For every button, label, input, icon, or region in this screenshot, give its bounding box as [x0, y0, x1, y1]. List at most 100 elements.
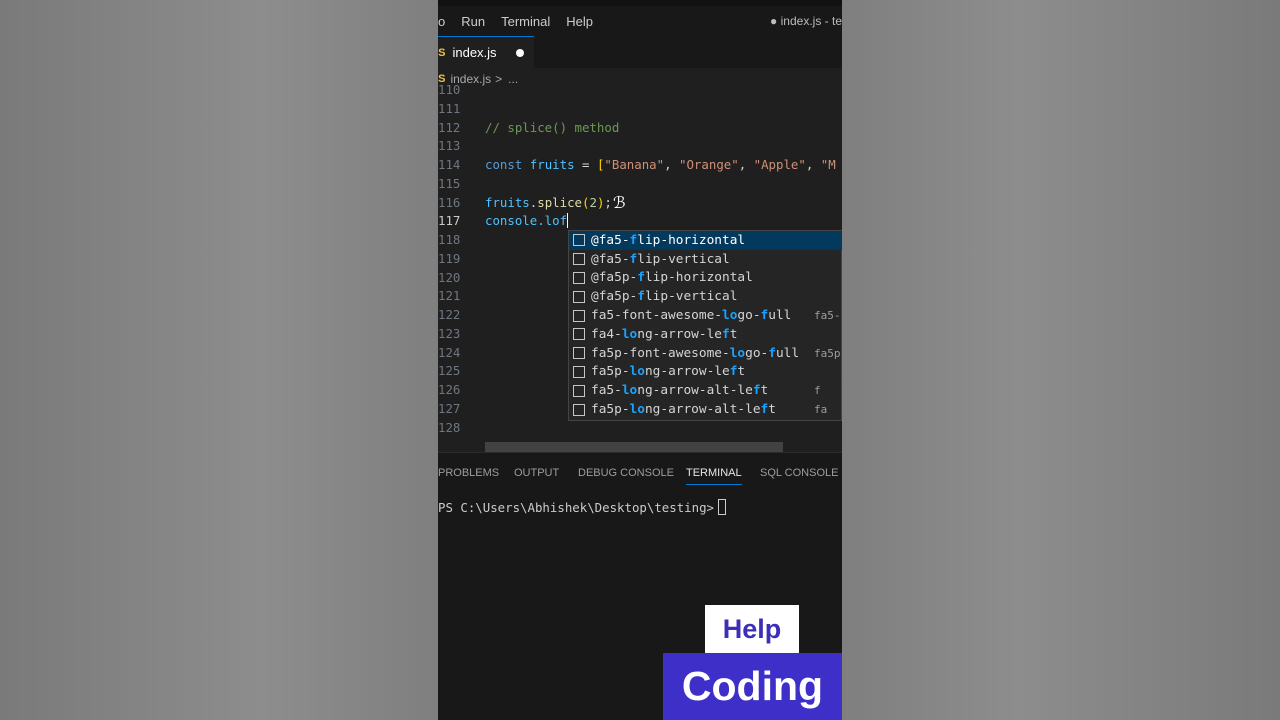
menu-bar: o Run Terminal Help ● index.js - te — [438, 6, 842, 36]
javascript-file-icon: JS — [438, 46, 446, 59]
suggestion-item[interactable]: @fa5p-flip-horizontal — [569, 269, 842, 288]
line-number: 121 — [438, 288, 461, 303]
unsaved-dot-icon[interactable] — [516, 49, 524, 57]
code-line-console: console.lof — [485, 213, 569, 228]
terminal-prompt-text: PS C:\Users\Abhishek\Desktop\testing> — [438, 500, 715, 515]
tab-sql-console[interactable]: SQL CONSOLE — [760, 467, 838, 479]
tab-index-js[interactable]: JS index.js — [438, 36, 534, 68]
tab-terminal[interactable]: TERMINAL — [686, 467, 742, 485]
token-keyword: const — [485, 157, 523, 172]
snippet-icon — [573, 384, 585, 397]
token-string: "Orange" — [679, 157, 739, 172]
code-line-fruits-array: const fruits = ["Banana", "Orange", "App… — [485, 157, 836, 172]
snippet-icon — [573, 328, 585, 341]
line-number: 124 — [438, 345, 461, 360]
vscode-window: o Run Terminal Help ● index.js - te JS i… — [438, 0, 842, 720]
suggestion-item[interactable]: fa5-long-arrow-alt-left f — [569, 381, 842, 400]
suggestion-label: @fa5-flip-vertical — [591, 251, 730, 267]
snippet-icon — [573, 309, 585, 322]
line-number: 113 — [438, 138, 461, 153]
suggestion-label: fa5p-font-awesome-logo-full — [591, 345, 800, 361]
suggestion-detail: fa5p — [814, 346, 841, 360]
terminal-prompt[interactable]: PS C:\Users\Abhishek\Desktop\testing> — [438, 499, 727, 515]
snippet-icon — [573, 365, 585, 378]
line-number: 110 — [438, 82, 461, 97]
suggestion-detail: f — [814, 384, 821, 398]
menu-item-help[interactable]: Help — [558, 14, 601, 29]
suggestion-label: @fa5p-flip-horizontal — [591, 270, 753, 286]
suggestion-item[interactable]: @fa5p-flip-vertical — [569, 287, 842, 306]
suggestion-label: fa4-long-arrow-left — [591, 326, 738, 342]
line-number: 115 — [438, 176, 461, 191]
token-method: splice — [537, 195, 582, 210]
suggestion-item[interactable]: @fa5-flip-horizontal — [569, 231, 842, 250]
token-string: "Apple" — [753, 157, 806, 172]
breadcrumb-symbol[interactable]: ... — [508, 72, 518, 86]
coding-label: Coding — [663, 653, 842, 720]
snippet-icon — [573, 347, 585, 360]
line-number: 112 — [438, 120, 461, 135]
suggestion-label: fa5-font-awesome-logo-full — [591, 308, 792, 324]
line-number: 126 — [438, 382, 461, 397]
suggestion-item[interactable]: fa5p-font-awesome-logo-full fa5p — [569, 344, 842, 363]
line-number: 116 — [438, 195, 461, 210]
menu-item-go[interactable]: o — [438, 14, 453, 29]
line-number: 127 — [438, 401, 461, 416]
token-variable: fruits — [485, 195, 530, 210]
mouse-ibeam-cursor-icon: ℬ — [613, 193, 626, 212]
horizontal-scrollbar[interactable] — [485, 442, 783, 452]
suggestion-label: fa5p-long-arrow-alt-left — [591, 402, 776, 418]
snippet-icon — [573, 271, 585, 284]
tab-debug-console[interactable]: DEBUG CONSOLE — [578, 467, 674, 479]
token-number: 2 — [589, 195, 597, 210]
token-operator: = — [574, 157, 597, 172]
suggestion-item[interactable]: fa4-long-arrow-left — [569, 325, 842, 344]
token-comma: , — [664, 157, 680, 172]
snippet-icon — [573, 403, 585, 416]
token-variable: fruits — [529, 157, 575, 172]
suggestion-detail: fa — [814, 403, 828, 417]
tab-problems[interactable]: PROBLEMS — [438, 467, 499, 479]
line-number: 118 — [438, 232, 461, 247]
text-cursor — [567, 213, 569, 228]
token-semicolon: ; — [604, 195, 612, 210]
suggestion-item[interactable]: @fa5-flip-vertical — [569, 250, 842, 269]
suggestion-item[interactable]: fa5p-long-arrow-left — [569, 363, 842, 382]
suggestion-detail: fa5- — [814, 309, 841, 323]
line-number: 128 — [438, 420, 461, 435]
snippet-icon — [573, 290, 585, 303]
panel-tabs: PROBLEMS OUTPUT DEBUG CONSOLE TERMINAL S… — [438, 463, 842, 487]
line-number: 119 — [438, 251, 461, 266]
editor-tab-bar: JS index.js — [438, 36, 842, 68]
code-comment: // splice() method — [485, 120, 620, 135]
right-blur-background — [842, 0, 1280, 720]
line-number: 125 — [438, 363, 461, 378]
code-line-splice: fruits.splice(2); — [485, 195, 612, 210]
token-comma: , — [738, 157, 754, 172]
terminal-cursor — [718, 499, 727, 515]
suggestion-label: fa5-long-arrow-alt-left — [591, 383, 769, 399]
suggestion-item[interactable]: fa5-font-awesome-logo-full fa5- — [569, 306, 842, 325]
menu-item-run[interactable]: Run — [453, 14, 493, 29]
code-editor[interactable]: 110 111 112 113 114 115 116 117 118 119 … — [438, 82, 842, 452]
suggestion-item[interactable]: fa5p-long-arrow-alt-left fa — [569, 400, 842, 419]
autocomplete-suggestions[interactable]: @fa5-flip-horizontal @fa5-flip-vertical … — [568, 230, 842, 421]
suggestion-label: fa5p-long-arrow-left — [591, 364, 746, 380]
suggestion-label: @fa5p-flip-vertical — [591, 289, 738, 305]
line-number: 114 — [438, 157, 461, 172]
menu-item-terminal[interactable]: Terminal — [493, 14, 558, 29]
help-label: Help — [705, 605, 799, 653]
tab-label: index.js — [452, 45, 497, 60]
line-number: 120 — [438, 270, 461, 285]
snippet-icon — [573, 253, 585, 266]
line-number-active: 117 — [438, 213, 461, 228]
line-number: 122 — [438, 307, 461, 322]
breadcrumb-separator: > — [495, 72, 503, 86]
token-comma: , — [805, 157, 821, 172]
line-number: 111 — [438, 101, 461, 116]
tab-output[interactable]: OUTPUT — [514, 467, 559, 479]
window-title: ● index.js - te — [770, 14, 842, 28]
token-console-lof: console.lof — [485, 213, 568, 228]
token-string: "Banana" — [604, 157, 665, 172]
snippet-icon — [573, 234, 585, 247]
